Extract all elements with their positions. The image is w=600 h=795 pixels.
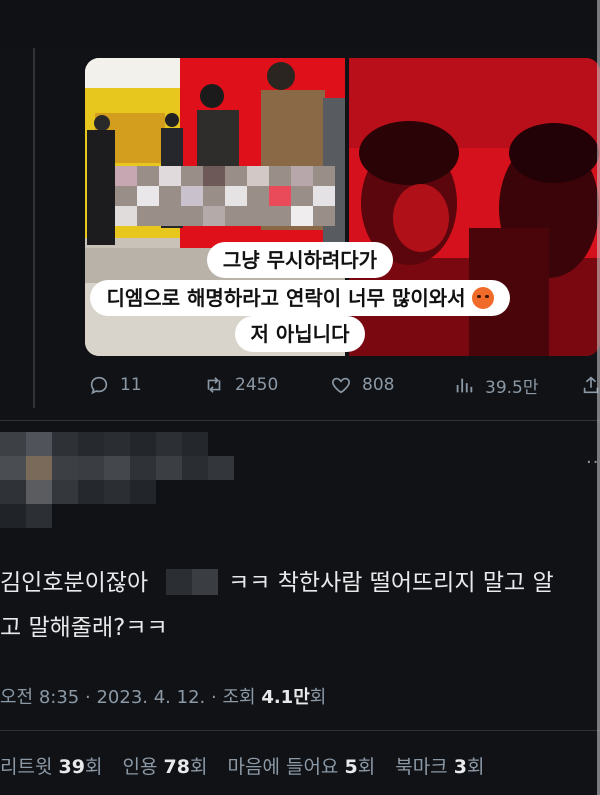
blurred-mention <box>166 569 219 595</box>
like-stat[interactable]: 마음에 들어요 5회 <box>227 756 375 778</box>
section-divider <box>0 420 600 421</box>
tweet-media[interactable] <box>85 58 600 356</box>
views-button[interactable]: 39.5만 <box>453 372 539 398</box>
reply-button[interactable]: 11 <box>88 372 142 398</box>
meta-separator: · <box>85 687 91 708</box>
like-count: 808 <box>362 375 395 395</box>
reply-text-part-1: 김인호분이잖아 <box>0 570 149 596</box>
heart-icon <box>332 377 350 394</box>
media-photo-left[interactable] <box>85 58 345 356</box>
views-label: 조회 <box>222 687 256 708</box>
views-value: 4.1만 <box>261 687 310 708</box>
engagement-stats: 리트윗 39회 인용 78회 마음에 들어요 5회 북마크 3회 <box>0 752 498 779</box>
retweet-icon <box>207 377 221 393</box>
meta-separator-2: · <box>210 687 217 708</box>
reply-text-line-1: 김인호분이잖아 ㅋㅋ 착한사람 떨어뜨리지 말고 알 <box>0 563 554 597</box>
thread-connector-line <box>33 48 35 408</box>
blurred-author-avatar <box>0 432 234 528</box>
media-photo-right[interactable] <box>349 58 600 356</box>
top-bar <box>0 0 600 48</box>
bookmark-stat[interactable]: 북마크 3회 <box>395 756 484 778</box>
retweet-button[interactable]: 2450 <box>203 372 278 398</box>
views-count: 39.5만 <box>485 377 539 398</box>
views-unit: 회 <box>309 687 327 708</box>
retweet-count: 2450 <box>235 375 279 395</box>
tweet-meta: 오전 8:35 · 2023. 4. 12. · 조회 4.1만회 <box>0 683 326 709</box>
views-bar-chart-icon <box>456 378 473 393</box>
stats-divider-top <box>0 730 600 731</box>
tweet-date[interactable]: 2023. 4. 12. <box>96 687 205 708</box>
like-button[interactable]: 808 <box>330 372 394 398</box>
tweet-time[interactable]: 오전 8:35 <box>0 687 79 708</box>
quote-stat[interactable]: 인용 78회 <box>122 756 207 778</box>
reply-count: 11 <box>120 375 142 395</box>
reply-icon <box>90 376 108 395</box>
retweet-stat[interactable]: 리트윗 39회 <box>0 756 102 778</box>
reply-text-part-2: ㅋㅋ 착한사람 떨어뜨리지 말고 알 <box>228 570 554 596</box>
reply-text-line-2: 고 말해줄래?ㅋㅋ <box>0 615 168 641</box>
